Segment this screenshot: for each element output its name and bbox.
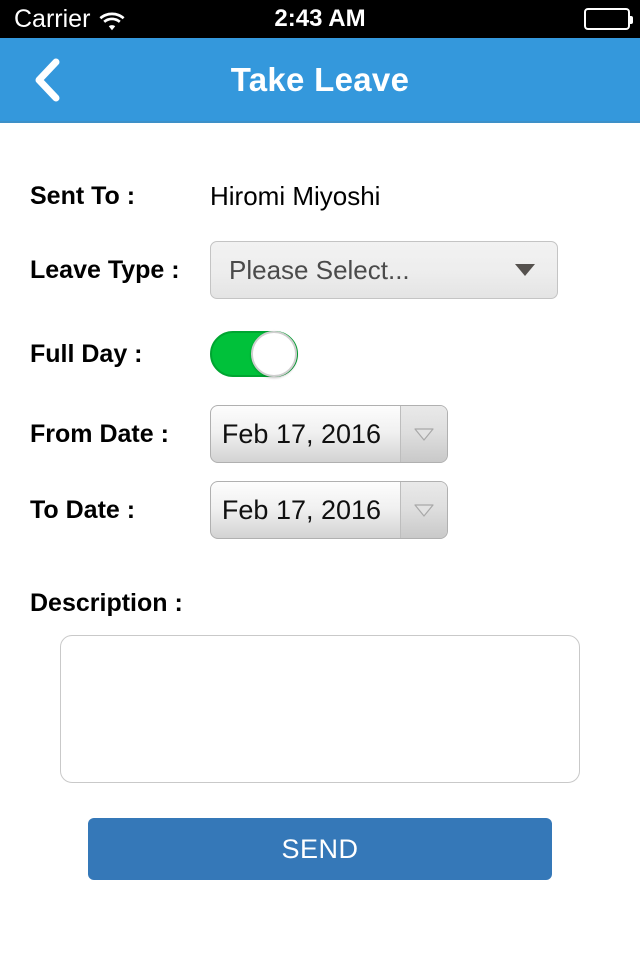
- row-description: Description :: [0, 573, 640, 633]
- triangle-down-icon: [400, 406, 447, 462]
- row-leave-type: Leave Type : Please Select...: [0, 235, 640, 305]
- row-to-date: To Date : Feb 17, 2016: [0, 475, 640, 545]
- toggle-knob: [251, 331, 297, 377]
- leave-type-label: Leave Type :: [30, 255, 180, 284]
- to-date-picker[interactable]: Feb 17, 2016: [210, 481, 448, 539]
- take-leave-form: Sent To : Hiromi Miyoshi Leave Type : Pl…: [0, 163, 640, 880]
- description-input[interactable]: [60, 635, 580, 783]
- row-sent-to: Sent To : Hiromi Miyoshi: [0, 163, 640, 229]
- to-date-value: Feb 17, 2016: [221, 494, 382, 525]
- from-date-picker[interactable]: Feb 17, 2016: [210, 405, 448, 463]
- row-full-day: Full Day :: [0, 319, 640, 389]
- status-bar: Carrier 2:43 AM: [0, 0, 640, 38]
- caret-down-icon: [515, 264, 535, 276]
- sent-to-value: Hiromi Miyoshi: [210, 180, 381, 211]
- full-day-toggle[interactable]: [210, 331, 298, 377]
- battery-icon: [584, 8, 633, 30]
- status-bar-right: [584, 0, 633, 38]
- row-from-date: From Date : Feb 17, 2016: [0, 399, 640, 469]
- leave-type-select[interactable]: Please Select...: [210, 241, 558, 299]
- triangle-down-icon: [400, 482, 447, 538]
- description-label: Description :: [30, 588, 183, 617]
- from-date-value: Feb 17, 2016: [221, 418, 382, 449]
- status-bar-time: 2:43 AM: [274, 5, 366, 32]
- nav-bar: Take Leave: [0, 38, 640, 123]
- to-date-label: To Date :: [30, 495, 136, 524]
- leave-type-selected-value: Please Select...: [229, 254, 410, 285]
- send-button[interactable]: SEND: [88, 818, 552, 880]
- page-title: Take Leave: [230, 60, 410, 98]
- from-date-label: From Date :: [30, 419, 169, 448]
- sent-to-label: Sent To :: [30, 181, 136, 210]
- send-button-wrap: SEND: [0, 818, 640, 880]
- full-day-label: Full Day :: [30, 339, 143, 368]
- description-field-wrap: [0, 635, 640, 788]
